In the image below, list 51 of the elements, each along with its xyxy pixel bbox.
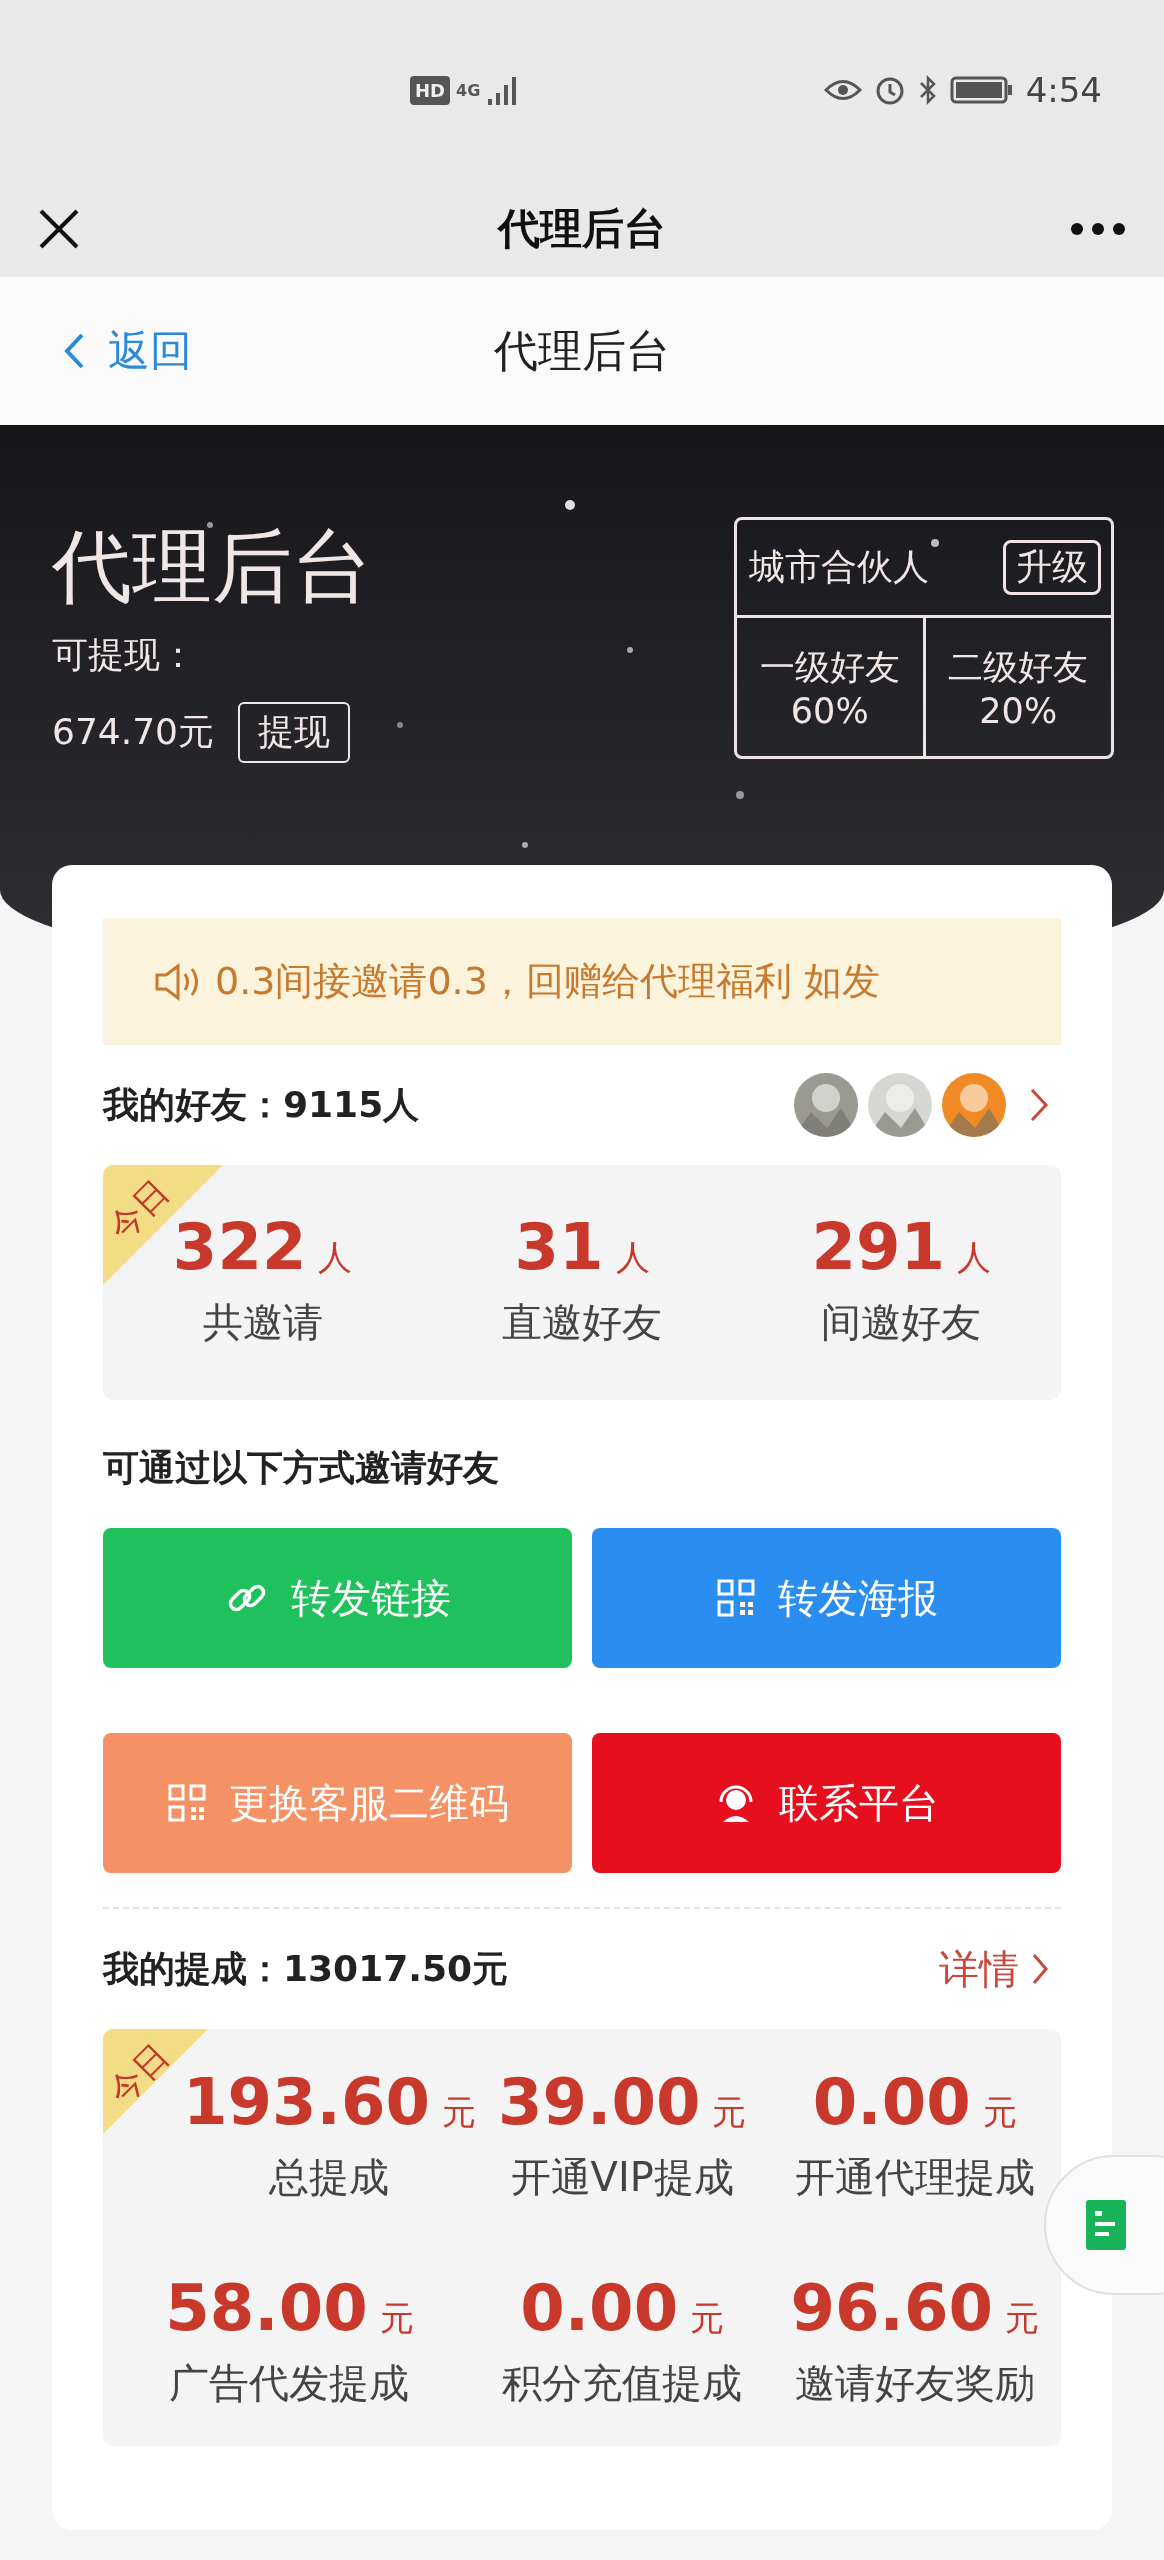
bluetooth-icon — [917, 74, 938, 106]
details-link[interactable]: 详情 — [939, 1941, 1049, 1997]
contact-button[interactable]: 联系平台 — [592, 1733, 1061, 1873]
withdraw-button[interactable]: 提现 — [237, 702, 350, 763]
back-link[interactable]: 返回 — [62, 323, 192, 379]
tier-rate: 20% — [979, 690, 1058, 731]
more-icon[interactable] — [1070, 221, 1126, 236]
balance-amount: 674.70元 — [52, 710, 214, 754]
chevron-left-icon — [62, 331, 86, 371]
stat-label: 共邀请 — [202, 1298, 323, 1347]
close-icon[interactable] — [38, 207, 80, 250]
qr-code-icon — [166, 1783, 207, 1823]
stat-label: 广告代发提成 — [169, 2358, 410, 2408]
poster-button[interactable]: 转发海报 — [592, 1528, 1061, 1668]
stat-label: 邀请好友奖励 — [794, 2358, 1035, 2408]
stat-value: 0.00 元 — [520, 2275, 725, 2340]
stat-label: 积分充值提成 — [502, 2358, 743, 2408]
chevron-right-icon — [1031, 1952, 1049, 1986]
network-label: 4G — [456, 80, 481, 100]
hero-title: 代理后台 — [52, 519, 372, 615]
stat-label: 直邀好友 — [502, 1298, 662, 1347]
notice-text: 0.3间接邀请0.3，回赠给代理福利 如发 — [215, 958, 880, 1005]
eye-icon — [823, 77, 862, 103]
friends-title: 我的好友：9115人 — [103, 1082, 420, 1127]
tier-label: 二级好友 — [948, 645, 1089, 689]
stat-label: 总提成 — [269, 2153, 390, 2203]
invite-title: 可通过以下方式邀请好友 — [103, 1445, 500, 1490]
stat-value: 58.00 元 — [165, 2275, 414, 2340]
stat-value: 31 人 — [514, 1215, 650, 1279]
stat-value: 0.00 元 — [812, 2070, 1017, 2135]
upgrade-button[interactable]: 升级 — [1003, 540, 1101, 595]
hd-badge: HD — [410, 75, 450, 105]
window-title: 代理后台 — [498, 202, 666, 255]
balance-label: 可提现： — [52, 633, 197, 677]
stat-value: 291 人 — [811, 1215, 992, 1279]
commission-title: 我的提成：13017.50元 — [103, 1946, 509, 1991]
tier-rate: 60% — [790, 690, 869, 731]
stat-value: 96.60 元 — [790, 2275, 1039, 2340]
stat-label: 开通VIP提成 — [510, 2153, 734, 2203]
tier-label: 一级好友 — [759, 645, 900, 689]
link-button[interactable]: 转发链接 — [103, 1528, 572, 1668]
stat-value: 39.00 元 — [498, 2070, 747, 2135]
stat-label: 间邀好友 — [821, 1298, 982, 1347]
level-name: 城市合伙人 — [749, 545, 929, 589]
clock-time: 4:54 — [1025, 70, 1102, 110]
page-title: 代理后台 — [494, 323, 670, 378]
document-icon — [1086, 2200, 1126, 2250]
stat-label: 开通代理提成 — [794, 2153, 1035, 2203]
battery-icon — [949, 75, 1014, 105]
chevron-right-icon[interactable] — [1029, 1087, 1049, 1123]
qr-code-icon — [715, 1578, 756, 1618]
